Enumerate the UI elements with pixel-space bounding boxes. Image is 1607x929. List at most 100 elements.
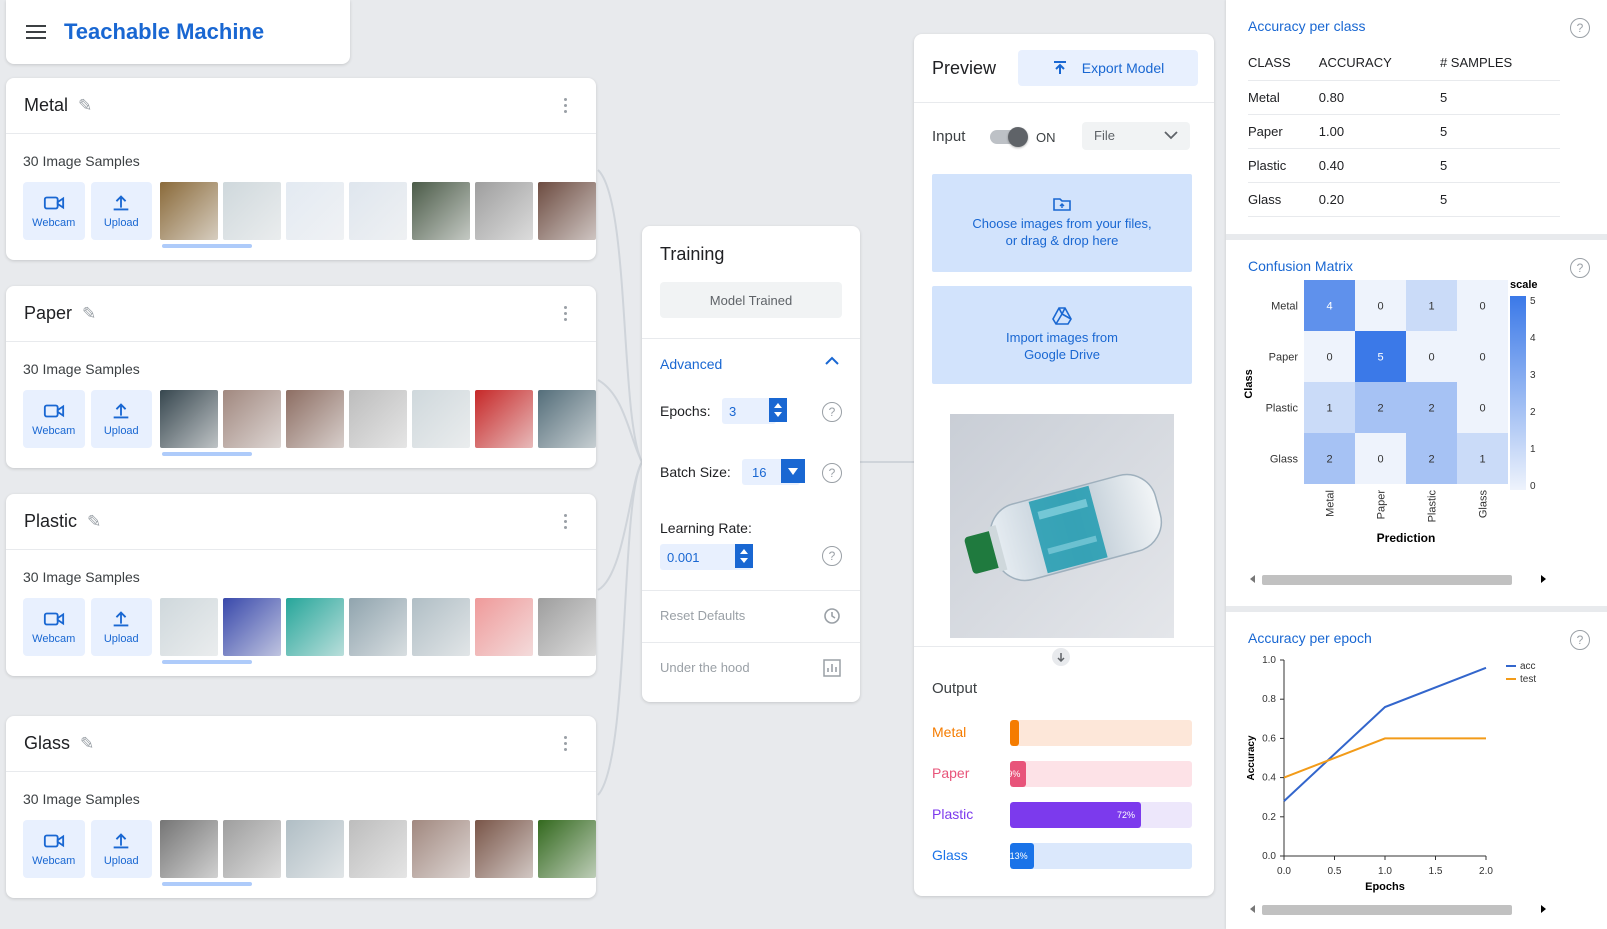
help-icon[interactable]: ? [822,546,842,566]
matrix-cell-value: 1 [1326,403,1332,415]
batch-size-label: Batch Size: [660,464,731,480]
class-card-plastic: Plastic ✎ 30 Image Samples Webcam Upload [6,494,596,676]
sample-thumbnail[interactable] [349,182,407,240]
webcam-button[interactable]: Webcam [23,598,85,656]
sample-thumbnail[interactable] [286,390,344,448]
sample-thumbnail[interactable] [412,598,470,656]
app-title[interactable]: Teachable Machine [64,19,264,45]
upload-button[interactable]: Upload [90,820,152,878]
help-icon[interactable]: ? [1570,630,1590,650]
sample-thumbnail[interactable] [160,598,218,656]
class-name[interactable]: Plastic [24,511,77,532]
pencil-icon[interactable]: ✎ [80,734,94,754]
output-confidence-bar: 72% [1010,802,1192,828]
sample-thumbnail[interactable] [160,182,218,240]
sample-thumbnail[interactable] [349,390,407,448]
sample-thumbnail[interactable] [538,182,596,240]
help-icon[interactable]: ? [822,463,842,483]
file-drop-zone[interactable]: Choose images from your files, or drag &… [932,174,1192,272]
column-label: Metal [1325,490,1337,517]
sample-thumbnail[interactable] [412,820,470,878]
sample-thumbnail[interactable] [286,820,344,878]
table-cell: 0.20 [1318,182,1440,217]
y-tick-label: 1.0 [1262,655,1276,666]
pencil-icon[interactable]: ✎ [87,512,101,532]
table-cell: Glass [1248,182,1319,217]
matrix-cell-value: 0 [1377,301,1383,313]
confusion-matrix-title: Confusion Matrix [1248,258,1354,274]
legend-label: acc [1520,661,1536,672]
upload-button[interactable]: Upload [90,598,152,656]
epochs-value[interactable]: 3 [729,404,736,419]
webcam-button[interactable]: Webcam [23,182,85,240]
input-source-select[interactable]: File [1082,122,1190,150]
sample-thumbnail[interactable] [538,598,596,656]
class-name[interactable]: Glass [24,733,70,754]
input-toggle[interactable] [990,127,1028,147]
batch-size-dropdown[interactable] [781,459,805,483]
webcam-button[interactable]: Webcam [23,390,85,448]
pencil-icon[interactable]: ✎ [78,96,92,116]
help-icon[interactable]: ? [822,402,842,422]
table-cell: 0.40 [1318,148,1440,183]
epochs-stepper[interactable] [769,398,787,422]
upload-button[interactable]: Upload [90,182,152,240]
sample-thumbnail[interactable] [286,182,344,240]
sample-thumbnail[interactable] [538,820,596,878]
bar-chart-icon[interactable] [822,658,842,678]
history-icon[interactable] [822,606,842,626]
batch-size-value[interactable]: 16 [752,465,766,480]
google-drive-import[interactable]: Import images from Google Drive [932,286,1192,384]
sample-thumbnail[interactable] [160,390,218,448]
column-header: ACCURACY [1318,46,1440,81]
sample-thumbnail[interactable] [475,820,533,878]
sample-thumbnails [160,598,596,664]
pencil-icon[interactable]: ✎ [82,304,96,324]
sample-thumbnail[interactable] [475,390,533,448]
class-name[interactable]: Paper [24,303,72,324]
train-model-button[interactable]: Model Trained [660,282,842,318]
sample-thumbnail[interactable] [349,598,407,656]
learning-rate-stepper[interactable] [735,544,753,568]
y-axis-label: Class [1243,369,1255,398]
sample-thumbnail[interactable] [160,820,218,878]
output-class-label: Glass [932,847,968,863]
output-title: Output [932,680,978,697]
sample-thumbnail[interactable] [286,598,344,656]
y-tick-label: 0.0 [1262,851,1276,862]
horizontal-scrollbar[interactable] [1248,902,1560,916]
advanced-toggle[interactable]: Advanced [660,356,722,372]
more-options-icon[interactable] [564,514,568,529]
webcam-button[interactable]: Webcam [23,820,85,878]
color-scale [1510,296,1526,490]
sample-thumbnail[interactable] [475,182,533,240]
table-cell: 5 [1439,182,1560,217]
sample-thumbnail[interactable] [538,390,596,448]
sample-thumbnails [160,182,596,248]
sample-thumbnails [160,820,596,886]
sample-thumbnail[interactable] [412,182,470,240]
chevron-up-icon[interactable] [824,356,840,366]
help-icon[interactable]: ? [1570,18,1590,38]
more-options-icon[interactable] [564,306,568,321]
sample-thumbnail[interactable] [223,390,281,448]
menu-icon[interactable] [26,25,46,39]
sample-thumbnail[interactable] [412,390,470,448]
sample-thumbnail[interactable] [223,820,281,878]
class-card-header: Paper ✎ [6,286,596,342]
help-icon[interactable]: ? [1570,258,1590,278]
more-options-icon[interactable] [564,736,568,751]
under-the-hood-button[interactable]: Under the hood [660,660,750,675]
export-model-button[interactable]: Export Model [1018,50,1198,86]
more-options-icon[interactable] [564,98,568,113]
upload-button[interactable]: Upload [90,390,152,448]
drop-zone-text-1: Choose images from your files, [972,216,1152,231]
sample-thumbnail[interactable] [475,598,533,656]
learning-rate-value[interactable]: 0.001 [667,550,700,565]
class-name[interactable]: Metal [24,95,68,116]
sample-thumbnail[interactable] [223,598,281,656]
reset-defaults-button[interactable]: Reset Defaults [660,608,745,623]
sample-thumbnail[interactable] [223,182,281,240]
horizontal-scrollbar[interactable] [1248,572,1560,586]
sample-thumbnail[interactable] [349,820,407,878]
